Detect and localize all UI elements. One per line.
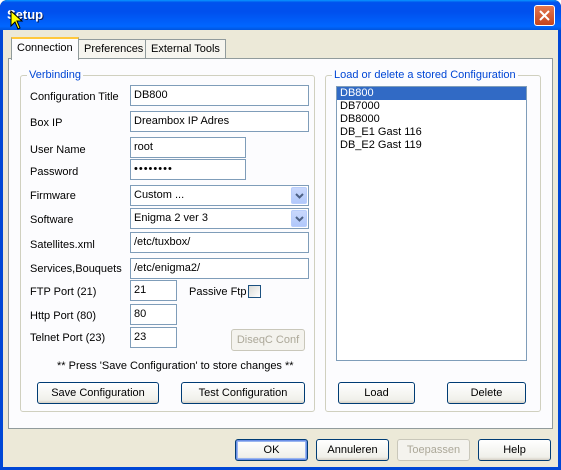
chevron-down-icon (295, 193, 304, 199)
dialog-client-area: Connection Preferences External Tools Ve… (3, 30, 558, 467)
tab-panel-connection: Verbinding Configuration Title DB800 Box… (8, 58, 553, 429)
close-button[interactable] (534, 5, 555, 26)
tab-external-tools[interactable]: External Tools (145, 39, 226, 59)
list-item[interactable]: DB8000 (337, 113, 526, 126)
list-item[interactable]: DB_E2 Gast 119 (337, 139, 526, 152)
box-ip-label: Box IP (30, 117, 63, 129)
ftp-port-label: FTP Port (21) (30, 286, 97, 298)
password-input[interactable]: •••••••• (130, 159, 246, 180)
setup-window: Setup Connection Preferences External To… (0, 0, 561, 470)
telnet-port-label: Telnet Port (23) (30, 332, 106, 344)
passive-ftp-checkbox[interactable] (248, 285, 261, 298)
apply-button[interactable]: Toepassen (397, 439, 470, 461)
password-label: Password (30, 166, 79, 178)
save-configuration-button[interactable]: Save Configuration (37, 382, 159, 404)
test-configuration-button[interactable]: Test Configuration (181, 382, 305, 404)
config-title-input[interactable]: DB800 (130, 85, 309, 106)
services-label: Services,Bouquets (30, 263, 122, 275)
list-item[interactable]: DB_E1 Gast 116 (337, 126, 526, 139)
list-item[interactable]: DB7000 (337, 100, 526, 113)
firmware-label: Firmware (30, 190, 76, 202)
tab-preferences-label: Preferences (84, 43, 144, 55)
satellites-input[interactable]: /etc/tuxbox/ (130, 232, 309, 253)
services-input[interactable]: /etc/enigma2/ (130, 258, 309, 279)
box-ip-input[interactable]: Dreambox IP Adres (130, 111, 309, 132)
help-button[interactable]: Help (478, 439, 551, 461)
ftp-port-input[interactable]: 21 (130, 280, 177, 301)
connection-group-title: Verbinding (27, 69, 83, 81)
tab-connection-label: Connection (17, 42, 73, 54)
software-label: Software (30, 214, 74, 226)
title-bar[interactable]: Setup (0, 0, 561, 30)
tab-connection[interactable]: Connection (11, 37, 79, 60)
load-button[interactable]: Load (338, 382, 415, 404)
close-icon (539, 10, 550, 21)
save-hint-note: ** Press 'Save Configuration' to store c… (57, 360, 294, 372)
diseqc-conf-button[interactable]: DiseqC Conf (231, 329, 305, 351)
tab-preferences[interactable]: Preferences (78, 39, 150, 59)
user-name-input[interactable]: root (130, 137, 246, 158)
user-name-label: User Name (30, 144, 86, 156)
http-port-input[interactable]: 80 (130, 304, 177, 325)
cancel-button[interactable]: Annuleren (316, 439, 389, 461)
software-selected-value: Enigma 2 ver 3 (134, 212, 208, 224)
firmware-select[interactable]: Custom ... (130, 185, 309, 206)
passive-ftp-label: Passive Ftp (189, 286, 247, 298)
stored-config-group-title: Load or delete a stored Configuration (332, 69, 518, 81)
satellites-label: Satellites.xml (30, 239, 95, 251)
delete-button[interactable]: Delete (447, 382, 526, 404)
ok-button[interactable]: OK (235, 439, 308, 461)
tab-external-tools-label: External Tools (151, 43, 220, 55)
firmware-selected-value: Custom ... (134, 189, 185, 201)
http-port-label: Http Port (80) (30, 310, 97, 322)
software-dropdown-button[interactable] (291, 210, 307, 227)
firmware-dropdown-button[interactable] (291, 187, 307, 204)
config-title-label: Configuration Title (30, 91, 119, 103)
telnet-port-input[interactable]: 23 (130, 327, 177, 348)
mouse-cursor-icon (10, 10, 24, 30)
list-item[interactable]: DB800 (337, 87, 526, 100)
software-select[interactable]: Enigma 2 ver 3 (130, 208, 309, 229)
stored-config-list[interactable]: DB800 DB7000 DB8000 DB_E1 Gast 116 DB_E2… (336, 86, 527, 361)
chevron-down-icon (295, 216, 304, 222)
